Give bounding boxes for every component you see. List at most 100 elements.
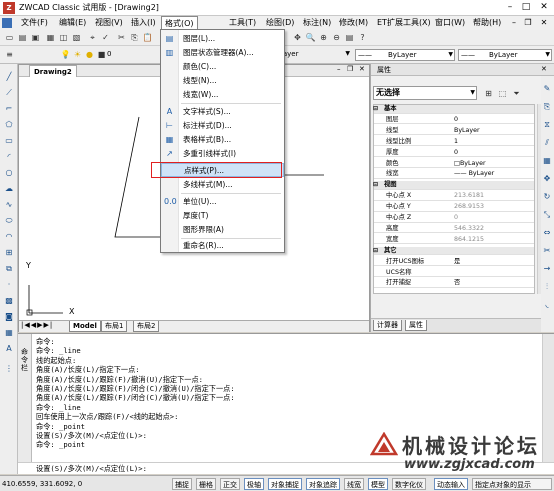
spline-icon[interactable]: ∿ bbox=[4, 200, 14, 210]
extend-icon[interactable]: → bbox=[542, 264, 552, 274]
property-row[interactable]: 宽度 864.1215 bbox=[374, 235, 534, 245]
mirror-icon[interactable]: ⧖ bbox=[542, 120, 552, 130]
lineweight-toggle[interactable]: 线宽 bbox=[344, 478, 364, 490]
spell-icon[interactable]: ✓ bbox=[100, 32, 111, 43]
zoom-window-icon[interactable]: ⊕ bbox=[318, 32, 329, 43]
match-icon[interactable]: ⌖ bbox=[87, 32, 98, 43]
dock-handle-icon[interactable]: ⋮ bbox=[4, 364, 14, 374]
tab-properties[interactable]: 属性 bbox=[405, 320, 427, 331]
select-objects-icon[interactable]: ⬚ bbox=[497, 88, 508, 99]
offset-icon[interactable]: ⫽ bbox=[542, 138, 552, 148]
osnap-toggle[interactable]: 对象捕捉 bbox=[268, 478, 302, 490]
menu-item-linetype[interactable]: 线型(N)... bbox=[161, 74, 284, 88]
tablet-toggle[interactable]: 数字化仪 bbox=[392, 478, 426, 490]
erase-icon[interactable]: ✎ bbox=[542, 84, 552, 94]
lock-icon[interactable]: ● bbox=[84, 49, 95, 60]
menu-item-mleader-style[interactable]: ↗ 多重引线样式(I) bbox=[161, 147, 284, 161]
menu-modify[interactable]: 修改(M) bbox=[336, 16, 371, 30]
break-icon[interactable]: ⫶ bbox=[542, 282, 552, 292]
command-dock-handle[interactable]: 命令栏 bbox=[18, 334, 32, 464]
point-display-toggle[interactable]: 指定点对象的显示 bbox=[472, 478, 552, 490]
menu-format[interactable]: 格式(O) bbox=[161, 16, 198, 30]
menu-item-color[interactable]: 颜色(C)... bbox=[161, 60, 284, 74]
doc-icon[interactable] bbox=[2, 18, 12, 28]
menu-dimension[interactable]: 标注(N) bbox=[300, 16, 334, 30]
move-icon[interactable]: ✥ bbox=[542, 174, 552, 184]
revcloud-icon[interactable]: ☁ bbox=[4, 184, 14, 194]
point-icon[interactable]: · bbox=[4, 280, 14, 290]
dynamic-input-toggle[interactable]: 动态输入 bbox=[434, 478, 468, 490]
menu-insert[interactable]: 插入(I) bbox=[128, 16, 159, 30]
property-row[interactable]: 厚度 0 bbox=[374, 148, 534, 158]
menu-draw[interactable]: 绘图(D) bbox=[263, 16, 297, 30]
property-row[interactable]: 颜色 □ByLayer bbox=[374, 159, 534, 169]
help-icon[interactable]: ? bbox=[357, 32, 368, 43]
ellipse-arc-icon[interactable]: ◠ bbox=[4, 232, 14, 242]
tab-model[interactable]: Model bbox=[69, 321, 101, 332]
new-icon[interactable]: ▭ bbox=[4, 32, 15, 43]
drawing-tab[interactable]: Drawing2 bbox=[29, 65, 77, 77]
model-toggle[interactable]: 模型 bbox=[368, 478, 388, 490]
mtext-icon[interactable]: A bbox=[4, 344, 14, 354]
linetype-combo[interactable]: —— ByLayer ▼ bbox=[355, 49, 455, 61]
open-icon[interactable]: ▤ bbox=[17, 32, 28, 43]
make-block-icon[interactable]: ⧉ bbox=[4, 264, 14, 274]
paste-icon[interactable]: 📋 bbox=[142, 32, 153, 43]
minimize-button[interactable]: – bbox=[502, 1, 518, 14]
quick-select-icon[interactable]: ⏷ bbox=[511, 88, 522, 99]
panel-close-icon[interactable]: ✕ bbox=[541, 65, 547, 73]
scale-icon[interactable]: ⤡ bbox=[542, 210, 552, 220]
layer-manager-icon[interactable]: ≡ bbox=[4, 49, 15, 60]
tab-minimize-icon[interactable]: – bbox=[337, 65, 341, 73]
otrack-toggle[interactable]: 对象追踪 bbox=[306, 478, 340, 490]
property-row[interactable]: 中心点 Y 268.9153 bbox=[374, 203, 534, 212]
menu-item-limits[interactable]: 图形界限(A) bbox=[161, 223, 284, 237]
menu-item-thickness[interactable]: 厚度(T) bbox=[161, 209, 284, 223]
ellipse-icon[interactable]: ⬭ bbox=[4, 216, 14, 226]
snap-toggle[interactable]: 捕捉 bbox=[172, 478, 192, 490]
stretch-icon[interactable]: ⇔ bbox=[542, 228, 552, 238]
property-row[interactable]: UCS名称 bbox=[374, 268, 534, 278]
property-row[interactable]: 打开捕捉 否 bbox=[374, 279, 534, 288]
menu-item-rename[interactable]: 重命名(R)... bbox=[161, 239, 284, 253]
collapse-icon[interactable]: ⊟ bbox=[373, 105, 378, 114]
selection-combo[interactable]: 无选择 ▼ bbox=[373, 86, 477, 100]
fillet-icon[interactable]: ◟ bbox=[542, 300, 552, 310]
menu-item-text-style[interactable]: A 文字样式(S)... bbox=[161, 105, 284, 119]
rotate-icon[interactable]: ↻ bbox=[542, 192, 552, 202]
sun-icon[interactable]: ☀ bbox=[72, 49, 83, 60]
menu-item-layer-state[interactable]: ▥ 图层状态管理器(A)... bbox=[161, 46, 284, 60]
cut-icon[interactable]: ✂ bbox=[116, 32, 127, 43]
tab-calculator[interactable]: 计算器 bbox=[373, 320, 402, 331]
menu-et-tools[interactable]: ET扩展工具(X) bbox=[374, 16, 434, 30]
collapse-icon[interactable]: ⊟ bbox=[373, 247, 378, 256]
mdi-close-button[interactable]: ✕ bbox=[538, 17, 550, 29]
property-row[interactable]: 高度 546.3322 bbox=[374, 224, 534, 234]
toggle-pickadd-icon[interactable]: ⊞ bbox=[483, 88, 494, 99]
circle-icon[interactable]: ○ bbox=[4, 168, 14, 178]
tab-layout1[interactable]: 布局1 bbox=[101, 321, 128, 332]
menu-item-lineweight[interactable]: 线宽(W)... bbox=[161, 88, 284, 102]
zoom-realtime-icon[interactable]: 🔍 bbox=[305, 32, 316, 43]
print-icon[interactable]: ▦ bbox=[45, 32, 56, 43]
tab-close-icon[interactable]: ✕ bbox=[359, 65, 365, 73]
menu-item-layer[interactable]: ▤ 图层(L)... bbox=[161, 32, 284, 46]
menu-edit[interactable]: 编辑(E) bbox=[56, 16, 89, 30]
pan-icon[interactable]: ✥ bbox=[292, 32, 303, 43]
region-icon[interactable]: ◙ bbox=[4, 312, 14, 322]
menu-item-dim-style[interactable]: ⊢ 标注样式(D)... bbox=[161, 119, 284, 133]
properties-icon[interactable]: ▤ bbox=[344, 32, 355, 43]
menu-tools[interactable]: 工具(T) bbox=[226, 16, 259, 30]
lineweight-combo[interactable]: —— ByLayer ▼ bbox=[458, 49, 552, 61]
polar-toggle[interactable]: 极轴 bbox=[244, 478, 264, 490]
menu-item-mline-style[interactable]: 多线样式(M)... bbox=[161, 178, 284, 192]
collapse-icon[interactable]: ⊟ bbox=[373, 181, 378, 190]
arc-icon[interactable]: ◜ bbox=[4, 152, 14, 162]
preview-icon[interactable]: ◫ bbox=[58, 32, 69, 43]
grid-toggle[interactable]: 栅格 bbox=[196, 478, 216, 490]
xline-icon[interactable]: ⟋ bbox=[4, 88, 14, 98]
tab-layout2[interactable]: 布局2 bbox=[133, 321, 160, 332]
property-row[interactable]: 中心点 X 213.6181 bbox=[374, 192, 534, 201]
copy-icon[interactable]: ⎘ bbox=[129, 32, 140, 43]
maximize-button[interactable]: □ bbox=[518, 1, 534, 14]
